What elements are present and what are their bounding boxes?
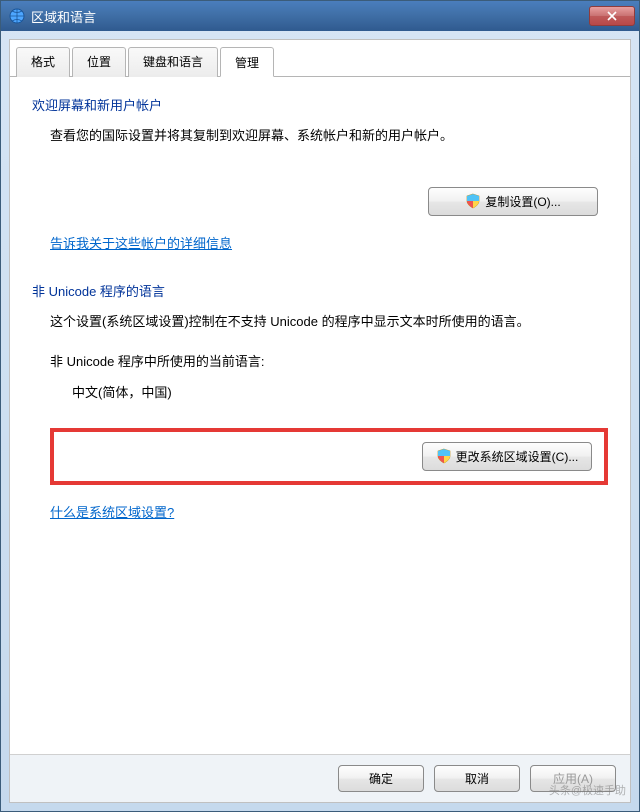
tab-bar: 格式 位置 键盘和语言 管理	[10, 40, 630, 77]
change-locale-label: 更改系统区域设置(C)...	[456, 448, 579, 465]
dialog-button-row: 确定 取消 应用(A)	[10, 754, 630, 802]
accounts-info-link[interactable]: 告诉我关于这些帐户的详细信息	[50, 234, 232, 255]
group-welcome-screen: 欢迎屏幕和新用户帐户 查看您的国际设置并将其复制到欢迎屏幕、系统帐户和新的用户帐…	[32, 95, 608, 255]
uac-shield-icon	[436, 448, 452, 464]
tab-format[interactable]: 格式	[16, 47, 70, 77]
tab-content-admin: 欢迎屏幕和新用户帐户 查看您的国际设置并将其复制到欢迎屏幕、系统帐户和新的用户帐…	[10, 77, 630, 754]
apply-button[interactable]: 应用(A)	[530, 765, 616, 792]
welcome-description: 查看您的国际设置并将其复制到欢迎屏幕、系统帐户和新的用户帐户。	[50, 126, 608, 147]
titlebar: 区域和语言	[1, 1, 639, 31]
group-non-unicode: 非 Unicode 程序的语言 这个设置(系统区域设置)控制在不支持 Unico…	[32, 281, 608, 524]
globe-icon	[9, 8, 25, 24]
client-area: 格式 位置 键盘和语言 管理 欢迎屏幕和新用户帐户 查看您的国际设置并将其复制到…	[9, 39, 631, 803]
tab-keyboard[interactable]: 键盘和语言	[128, 47, 218, 77]
change-system-locale-button[interactable]: 更改系统区域设置(C)...	[422, 442, 592, 471]
close-button[interactable]	[589, 6, 635, 26]
current-language-label: 非 Unicode 程序中所使用的当前语言:	[50, 352, 608, 373]
current-language-value: 中文(简体，中国)	[50, 383, 608, 404]
group-title-non-unicode: 非 Unicode 程序的语言	[32, 281, 608, 300]
group-body-non-unicode: 这个设置(系统区域设置)控制在不支持 Unicode 的程序中显示文本时所使用的…	[32, 312, 608, 524]
what-is-locale-link[interactable]: 什么是系统区域设置?	[50, 503, 174, 524]
group-body-welcome: 查看您的国际设置并将其复制到欢迎屏幕、系统帐户和新的用户帐户。 复制设置(O).…	[32, 126, 608, 255]
group-title-welcome: 欢迎屏幕和新用户帐户	[32, 95, 608, 114]
uac-shield-icon	[465, 193, 481, 209]
region-language-window: 区域和语言 格式 位置 键盘和语言 管理 欢迎屏幕和新用户帐户 查看您的国际设置…	[0, 0, 640, 812]
non-unicode-description: 这个设置(系统区域设置)控制在不支持 Unicode 的程序中显示文本时所使用的…	[50, 312, 608, 333]
highlight-annotation: 更改系统区域设置(C)...	[50, 428, 608, 485]
tab-admin[interactable]: 管理	[220, 47, 274, 77]
tab-location[interactable]: 位置	[72, 47, 126, 77]
copy-settings-label: 复制设置(O)...	[485, 193, 560, 210]
ok-button[interactable]: 确定	[338, 765, 424, 792]
copy-settings-button[interactable]: 复制设置(O)...	[428, 187, 598, 216]
cancel-button[interactable]: 取消	[434, 765, 520, 792]
window-title: 区域和语言	[31, 7, 589, 26]
